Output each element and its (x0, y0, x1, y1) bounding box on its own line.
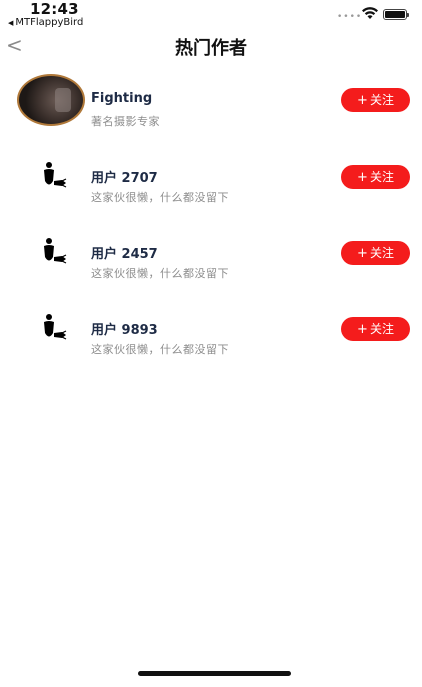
author-description: 这家伙很懒，什么都没留下 (91, 343, 229, 356)
status-bar: 12:43 ◀ MTFlappyBird •••• (0, 0, 422, 30)
plus-icon: + (357, 322, 368, 337)
author-description: 著名摄影专家 (91, 115, 160, 128)
page-title: 热门作者 (175, 38, 247, 59)
follow-button[interactable]: + 关注 (341, 165, 410, 189)
back-triangle-icon: ◀ (8, 18, 14, 27)
default-user-icon[interactable] (40, 313, 68, 343)
author-name: 用户 2707 (91, 171, 158, 186)
author-row[interactable]: 用户 2707 这家伙很懒，什么都没留下 + 关注 (0, 158, 422, 218)
follow-button[interactable]: + 关注 (341, 88, 410, 112)
author-name: 用户 2457 (91, 247, 158, 262)
wifi-icon (362, 7, 378, 19)
author-avatar-photo[interactable] (17, 74, 85, 126)
battery-icon (383, 9, 409, 20)
follow-button-label: 关注 (369, 322, 394, 336)
cellular-signal-icon: •••• (337, 12, 363, 22)
author-name: Fighting (91, 91, 153, 106)
home-indicator[interactable] (138, 671, 291, 676)
author-description: 这家伙很懒，什么都没留下 (91, 191, 229, 204)
back-to-app-button[interactable]: ◀ MTFlappyBird (8, 17, 83, 28)
author-row[interactable]: 用户 2457 这家伙很懒，什么都没留下 + 关注 (0, 234, 422, 294)
follow-button[interactable]: + 关注 (341, 241, 410, 265)
navigation-bar: < 热门作者 (0, 30, 422, 64)
author-row[interactable]: Fighting 著名摄影专家 + 关注 (0, 74, 422, 134)
back-app-label: MTFlappyBird (15, 17, 84, 28)
plus-icon: + (357, 93, 368, 108)
author-description: 这家伙很懒，什么都没留下 (91, 267, 229, 280)
follow-button-label: 关注 (369, 246, 394, 260)
author-row[interactable]: 用户 9893 这家伙很懒，什么都没留下 + 关注 (0, 310, 422, 370)
follow-button-label: 关注 (369, 93, 394, 107)
status-time: 12:43 (30, 0, 79, 18)
author-name: 用户 9893 (91, 323, 158, 338)
follow-button[interactable]: + 关注 (341, 317, 410, 341)
default-user-icon[interactable] (40, 237, 68, 267)
default-user-icon[interactable] (40, 161, 68, 191)
plus-icon: + (357, 170, 368, 185)
follow-button-label: 关注 (369, 170, 394, 184)
plus-icon: + (357, 246, 368, 261)
